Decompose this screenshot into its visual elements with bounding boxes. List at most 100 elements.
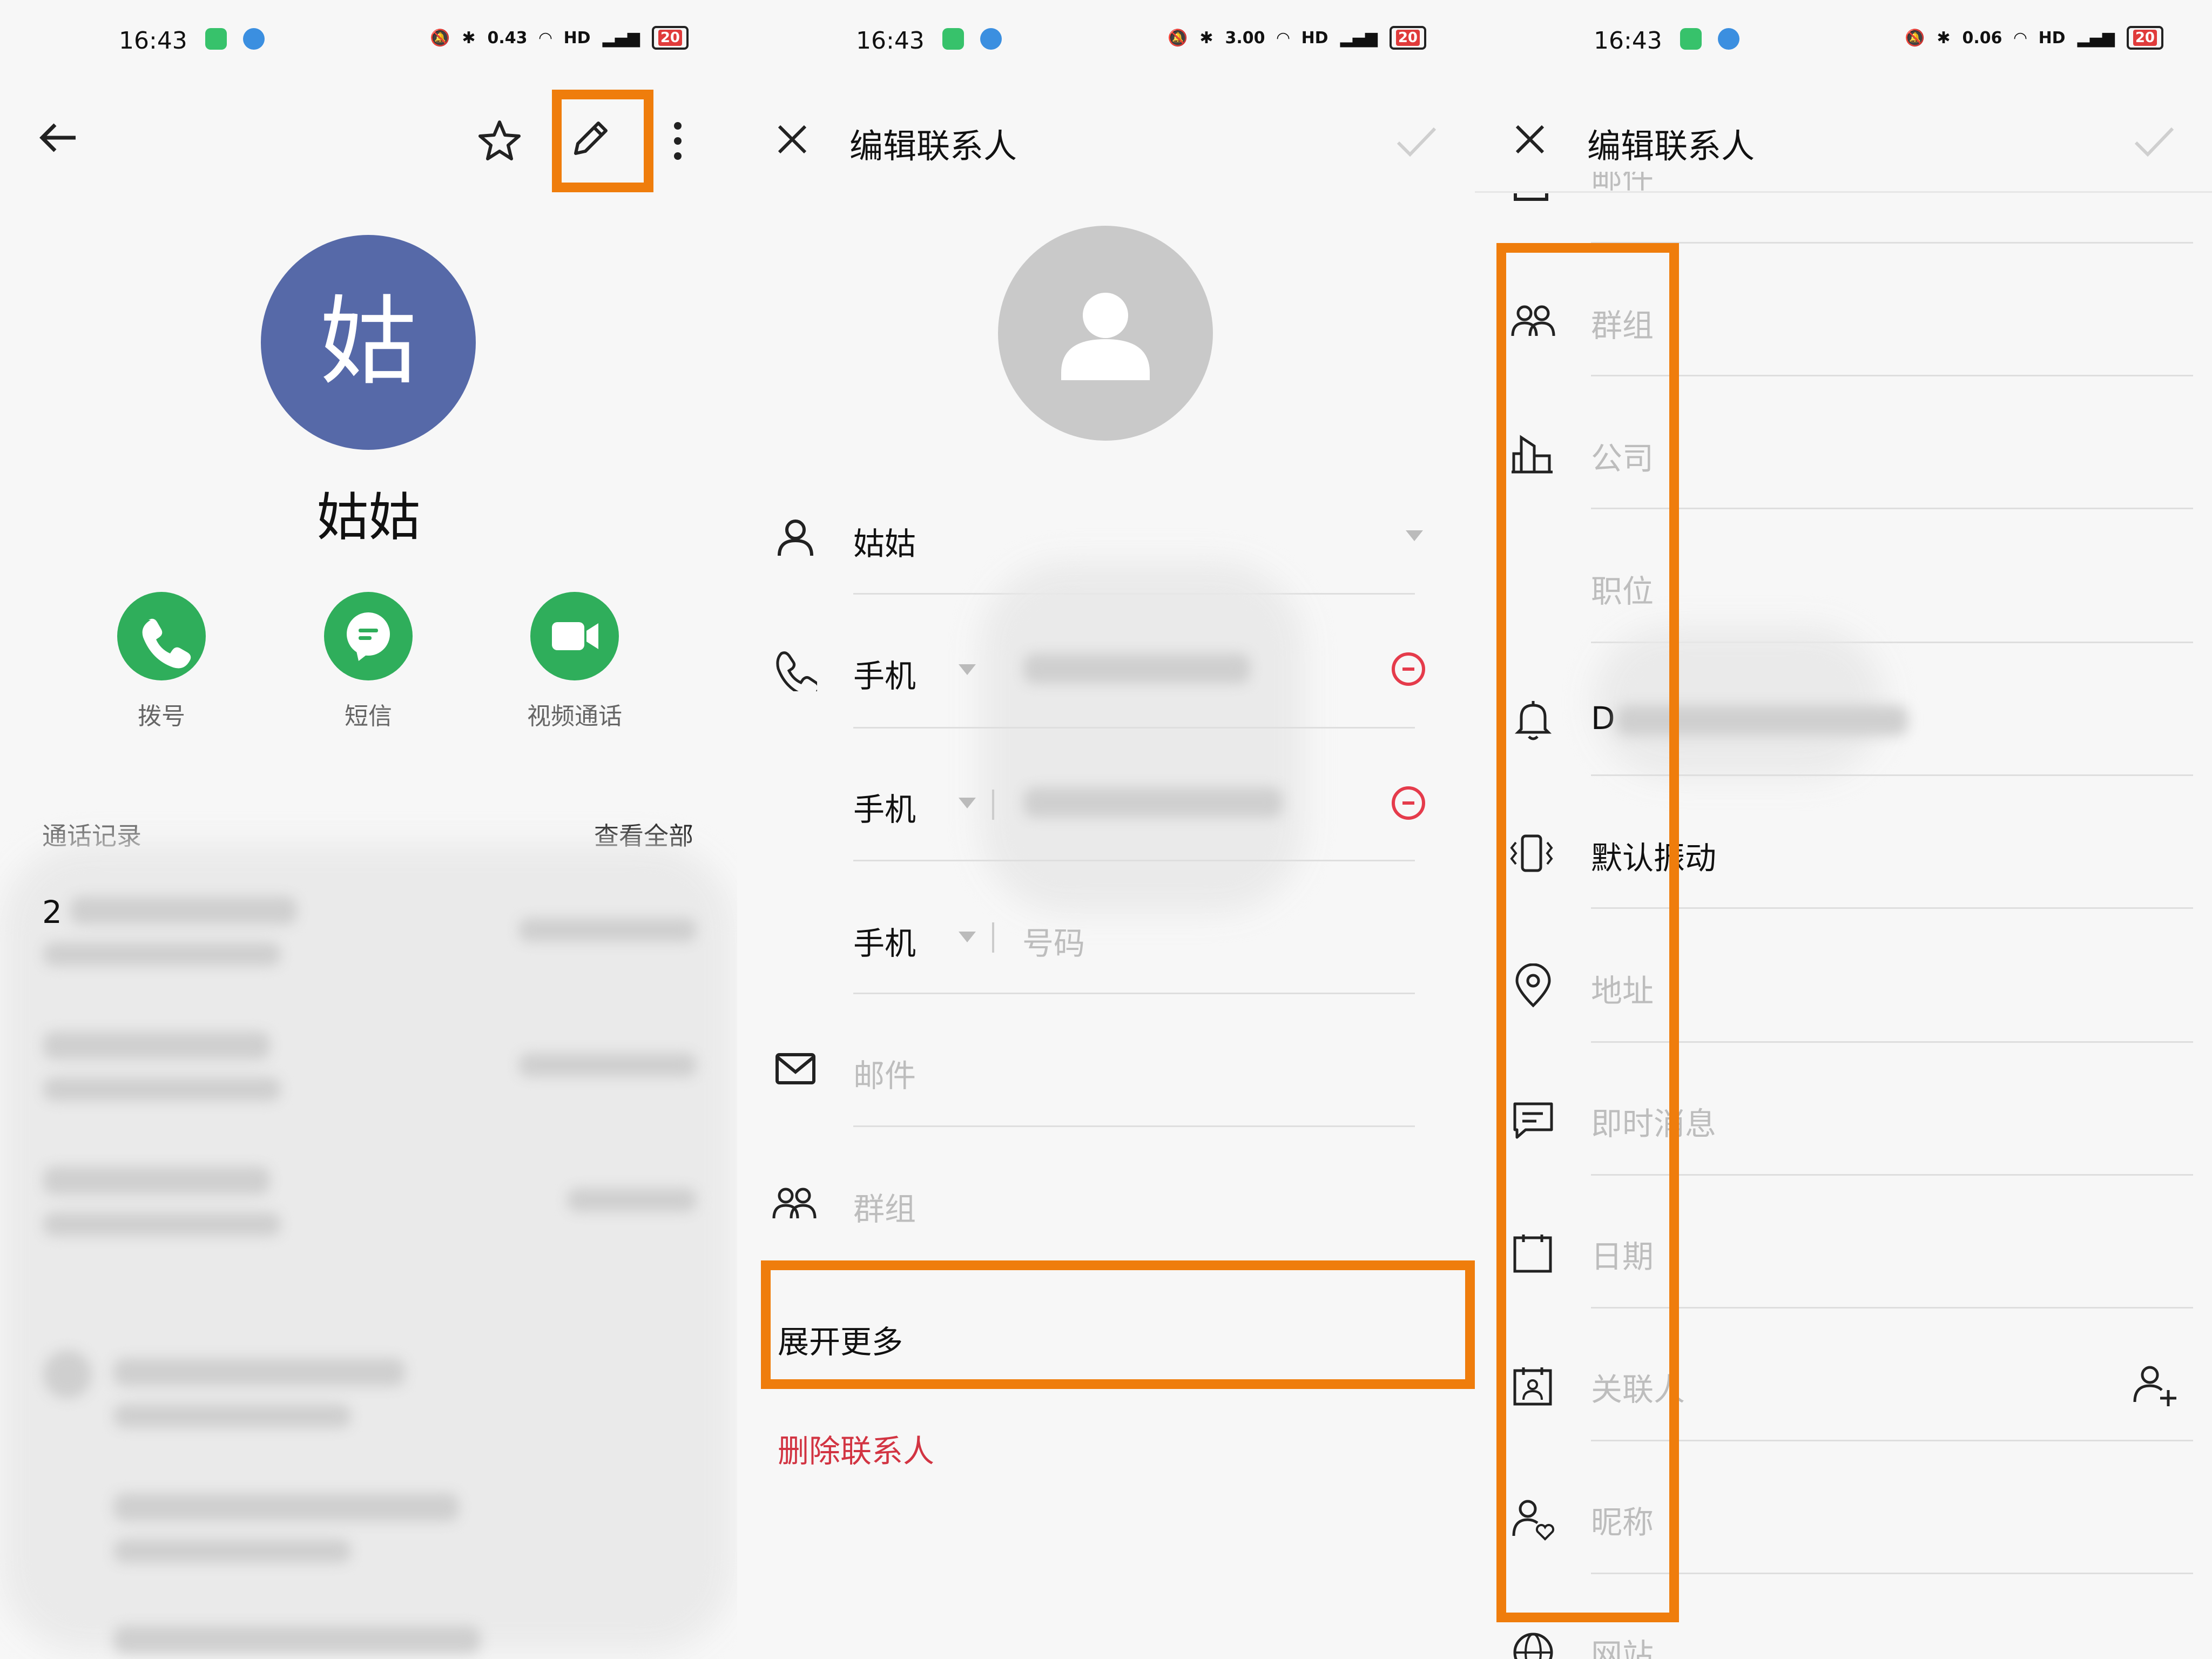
signal-icon: ▂▄▆: [2077, 28, 2115, 48]
group-icon: [772, 1188, 817, 1219]
status-time: 16:43: [856, 27, 925, 55]
battery-icon: 20: [2126, 26, 2163, 50]
battery-icon: 20: [1389, 26, 1426, 50]
phone-type-label-2[interactable]: 手机: [853, 784, 916, 830]
dial-label: 拨号: [138, 703, 185, 730]
expanded-fields-highlight-box: [1496, 243, 1679, 1622]
status-bar: 16:43 🔕 ✱ 0.06 ◠ HD ▂▄▆ 20: [1475, 22, 2212, 65]
close-icon[interactable]: [776, 123, 808, 156]
mute-icon: 🔕: [1167, 28, 1188, 48]
star-icon[interactable]: [478, 119, 521, 162]
phone-type-dropdown-icon[interactable]: [959, 664, 976, 675]
status-icons: 🔕 ✱ 0.06 ◠ HD ▂▄▆ 20: [1905, 26, 2163, 50]
globe-icon: [1513, 1633, 1553, 1659]
blurred-text: [113, 1539, 351, 1563]
browser-notification-icon: [243, 28, 265, 50]
delete-contact-button[interactable]: 删除联系人: [778, 1426, 934, 1471]
remove-phone-icon[interactable]: [1392, 652, 1425, 686]
contact-detail-panel: 16:43 🔕 ✱ 0.43 ◠ HD ▂▄▆ 20 姑 姑姑 拨号 短信 视频…: [0, 0, 737, 1659]
call-log-date-partial: 2: [42, 894, 62, 930]
more-options-icon[interactable]: [674, 122, 682, 160]
speed-text: 0.43: [487, 28, 528, 48]
status-bar: 16:43 🔕 ✱ 0.43 ◠ HD ▂▄▆ 20: [0, 22, 737, 65]
blurred-text: [518, 1053, 697, 1077]
blurred-text: [567, 1188, 697, 1212]
person-icon: [1061, 293, 1150, 380]
browser-notification-icon: [980, 28, 1002, 50]
mute-icon: 🔕: [429, 28, 450, 48]
contact-name: 姑姑: [316, 487, 421, 548]
remove-phone-icon[interactable]: [1392, 786, 1425, 820]
group-input[interactable]: 群组: [853, 1184, 916, 1229]
battery-icon: 20: [651, 26, 689, 50]
phone-outline-icon: [776, 651, 817, 691]
person-outline-icon: [778, 520, 813, 556]
hd-icon: HD: [1301, 28, 1328, 48]
blurred-text: [43, 1166, 270, 1195]
page-title: 编辑联系人: [1587, 126, 1755, 166]
blurred-text: [43, 1077, 281, 1101]
name-field[interactable]: 姑姑: [853, 518, 916, 564]
wifi-icon: ◠: [1277, 28, 1290, 48]
blurred-text: [43, 1031, 270, 1060]
confirm-check-icon[interactable]: [2133, 125, 2176, 158]
phone-type-label-1[interactable]: 手机: [853, 651, 916, 696]
app-notification-icon: [942, 28, 964, 50]
edit-contact-panel: 16:43 🔕 ✱ 3.00 ◠ HD ▂▄▆ 20 编辑联系人 姑姑 手机 手…: [737, 0, 1475, 1659]
signal-icon: ▂▄▆: [1340, 28, 1378, 48]
phone-number-input[interactable]: 号码: [1022, 918, 1085, 963]
bluetooth-icon: ✱: [1199, 28, 1213, 48]
blurred-text: [113, 1626, 481, 1654]
app-notification-icon: [1680, 28, 1702, 50]
status-time: 16:43: [119, 27, 187, 55]
page-title: 编辑联系人: [849, 126, 1017, 166]
mail-icon-partial: [1514, 193, 1548, 201]
expand-name-arrow-icon[interactable]: [1406, 530, 1423, 541]
video-call-label: 视频通话: [527, 703, 622, 730]
blurred-phone-number: [1023, 787, 1283, 818]
contact-avatar: 姑: [261, 235, 476, 450]
status-icons: 🔕 ✱ 3.00 ◠ HD ▂▄▆ 20: [1168, 26, 1426, 50]
close-icon[interactable]: [1514, 123, 1546, 156]
mute-icon: 🔕: [1904, 28, 1925, 48]
message-icon: [347, 612, 390, 661]
edit-contact-expanded-panel: 16:43 🔕 ✱ 0.06 ◠ HD ▂▄▆ 20 编辑联系人 邮件 群组 公…: [1475, 0, 2212, 1659]
hd-icon: HD: [2038, 28, 2066, 48]
edit-highlight-box: [552, 90, 653, 192]
phone-type-dropdown-icon[interactable]: [959, 932, 976, 942]
add-person-icon[interactable]: [2132, 1363, 2180, 1408]
blurred-text: [43, 1350, 92, 1399]
phone-icon: [142, 618, 191, 669]
status-icons: 🔕 ✱ 0.43 ◠ HD ▂▄▆ 20: [430, 26, 689, 50]
phone-type-label-3[interactable]: 手机: [853, 918, 916, 963]
blurred-text: [70, 896, 297, 925]
wifi-icon: ◠: [2014, 28, 2027, 48]
sms-button[interactable]: [324, 592, 413, 680]
confirm-check-icon[interactable]: [1395, 125, 1438, 158]
speed-text: 0.06: [1962, 28, 2002, 48]
blurred-text: [113, 1404, 351, 1428]
wifi-icon: ◠: [539, 28, 552, 48]
status-bar: 16:43 🔕 ✱ 3.00 ◠ HD ▂▄▆ 20: [737, 22, 1475, 65]
sms-label: 短信: [345, 703, 392, 730]
phone-type-dropdown-icon[interactable]: [959, 798, 976, 808]
blurred-text: [43, 1212, 281, 1236]
back-arrow-icon[interactable]: [38, 122, 81, 154]
blurred-text: [518, 918, 697, 942]
browser-notification-icon: [1718, 28, 1739, 50]
website-input[interactable]: 网站: [1591, 1630, 1654, 1659]
email-input[interactable]: 邮件: [853, 1050, 916, 1096]
contact-photo-placeholder[interactable]: [998, 226, 1213, 441]
blurred-text: [113, 1493, 459, 1521]
blurred-phone-number: [1023, 653, 1250, 684]
bluetooth-icon: ✱: [462, 28, 476, 48]
bluetooth-icon: ✱: [1937, 28, 1951, 48]
email-row-partial[interactable]: 邮件: [1591, 172, 1654, 193]
video-call-button[interactable]: [530, 592, 619, 680]
expand-more-highlight-box: [761, 1260, 1475, 1389]
dial-button[interactable]: [117, 592, 206, 680]
blurred-text: [113, 1358, 405, 1386]
video-camera-icon: [552, 622, 598, 650]
app-notification-icon: [205, 28, 227, 50]
speed-text: 3.00: [1225, 28, 1265, 48]
